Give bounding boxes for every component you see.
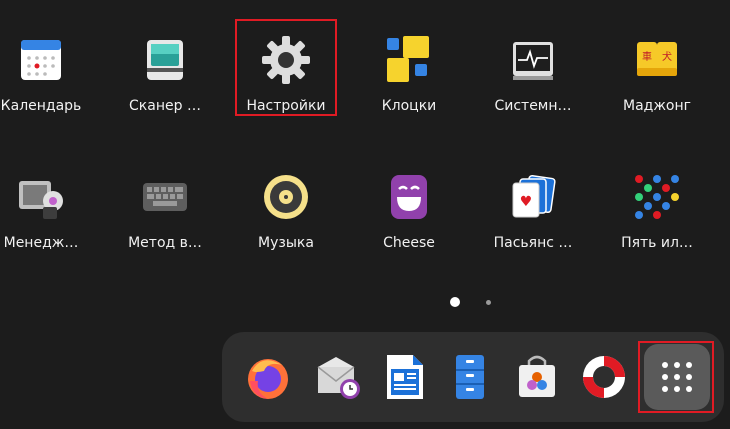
- svg-text:車: 車: [642, 50, 652, 63]
- app-label: Пасьянс …: [493, 235, 573, 251]
- dock-software[interactable]: [506, 346, 568, 408]
- app-label: Менедж…: [3, 235, 79, 251]
- keyboard-icon: [137, 169, 193, 225]
- app-label: Клоцки: [381, 98, 437, 114]
- dock-files[interactable]: [439, 346, 501, 408]
- app-label: Пять ил…: [621, 235, 693, 251]
- app-label: Cheese: [383, 235, 435, 251]
- app-system-monitor[interactable]: Системн…: [470, 20, 596, 130]
- svg-text:犬: 犬: [662, 50, 672, 63]
- app-solitaire[interactable]: ♥ Пасьянс …: [470, 157, 596, 267]
- dock-mail[interactable]: [309, 346, 371, 408]
- cheese-icon: [381, 169, 437, 225]
- app-klotski[interactable]: Клоцки: [346, 20, 472, 130]
- scanner-icon: [137, 32, 193, 88]
- settings-highlight-box: [235, 19, 337, 116]
- page-dot-1[interactable]: [450, 297, 460, 307]
- page-dot-2[interactable]: [486, 300, 491, 305]
- system-monitor-icon: [505, 32, 561, 88]
- app-label: Календарь: [0, 98, 82, 114]
- app-music[interactable]: Музыка: [223, 157, 349, 267]
- libreoffice-writer-icon: [387, 355, 423, 399]
- help-lifebuoy-icon: [583, 356, 625, 398]
- app-grid: Календарь Сканер … Настройки Клоцки Сист…: [0, 0, 730, 290]
- app-label: Метод в…: [128, 235, 202, 251]
- app-mahjongg[interactable]: 車犬 Маджонг: [594, 20, 720, 130]
- app-software-manager[interactable]: Менедж…: [0, 157, 104, 267]
- page-indicator: [0, 297, 730, 309]
- file-manager-icon: [456, 355, 484, 399]
- show-apps-highlight-box: [638, 341, 714, 413]
- app-label: Маджонг: [622, 98, 692, 114]
- dock-help[interactable]: [573, 346, 635, 408]
- music-speaker-icon: [258, 169, 314, 225]
- app-calendar[interactable]: Календарь: [0, 20, 104, 130]
- mahjongg-icon: 車犬: [629, 32, 685, 88]
- app-five-or-more[interactable]: Пять ил…: [594, 157, 720, 267]
- firefox-icon: [248, 359, 288, 399]
- app-label: Системн…: [494, 98, 572, 114]
- software-manager-icon: [13, 169, 69, 225]
- app-cheese[interactable]: Cheese: [346, 157, 472, 267]
- evolution-mail-icon: [317, 357, 360, 399]
- app-label: Сканер …: [129, 98, 201, 114]
- solitaire-cards-icon: ♥: [505, 169, 561, 225]
- app-scanner[interactable]: Сканер …: [102, 20, 228, 130]
- app-label: Музыка: [258, 235, 314, 251]
- klotski-icon: [381, 32, 437, 88]
- svg-text:♥: ♥: [520, 194, 533, 210]
- app-input-method[interactable]: Метод в…: [102, 157, 228, 267]
- dock-firefox[interactable]: [237, 346, 299, 408]
- five-or-more-icon: [629, 169, 685, 225]
- dock-writer[interactable]: [374, 346, 436, 408]
- calendar-icon: [13, 32, 69, 88]
- software-store-icon: [519, 355, 555, 397]
